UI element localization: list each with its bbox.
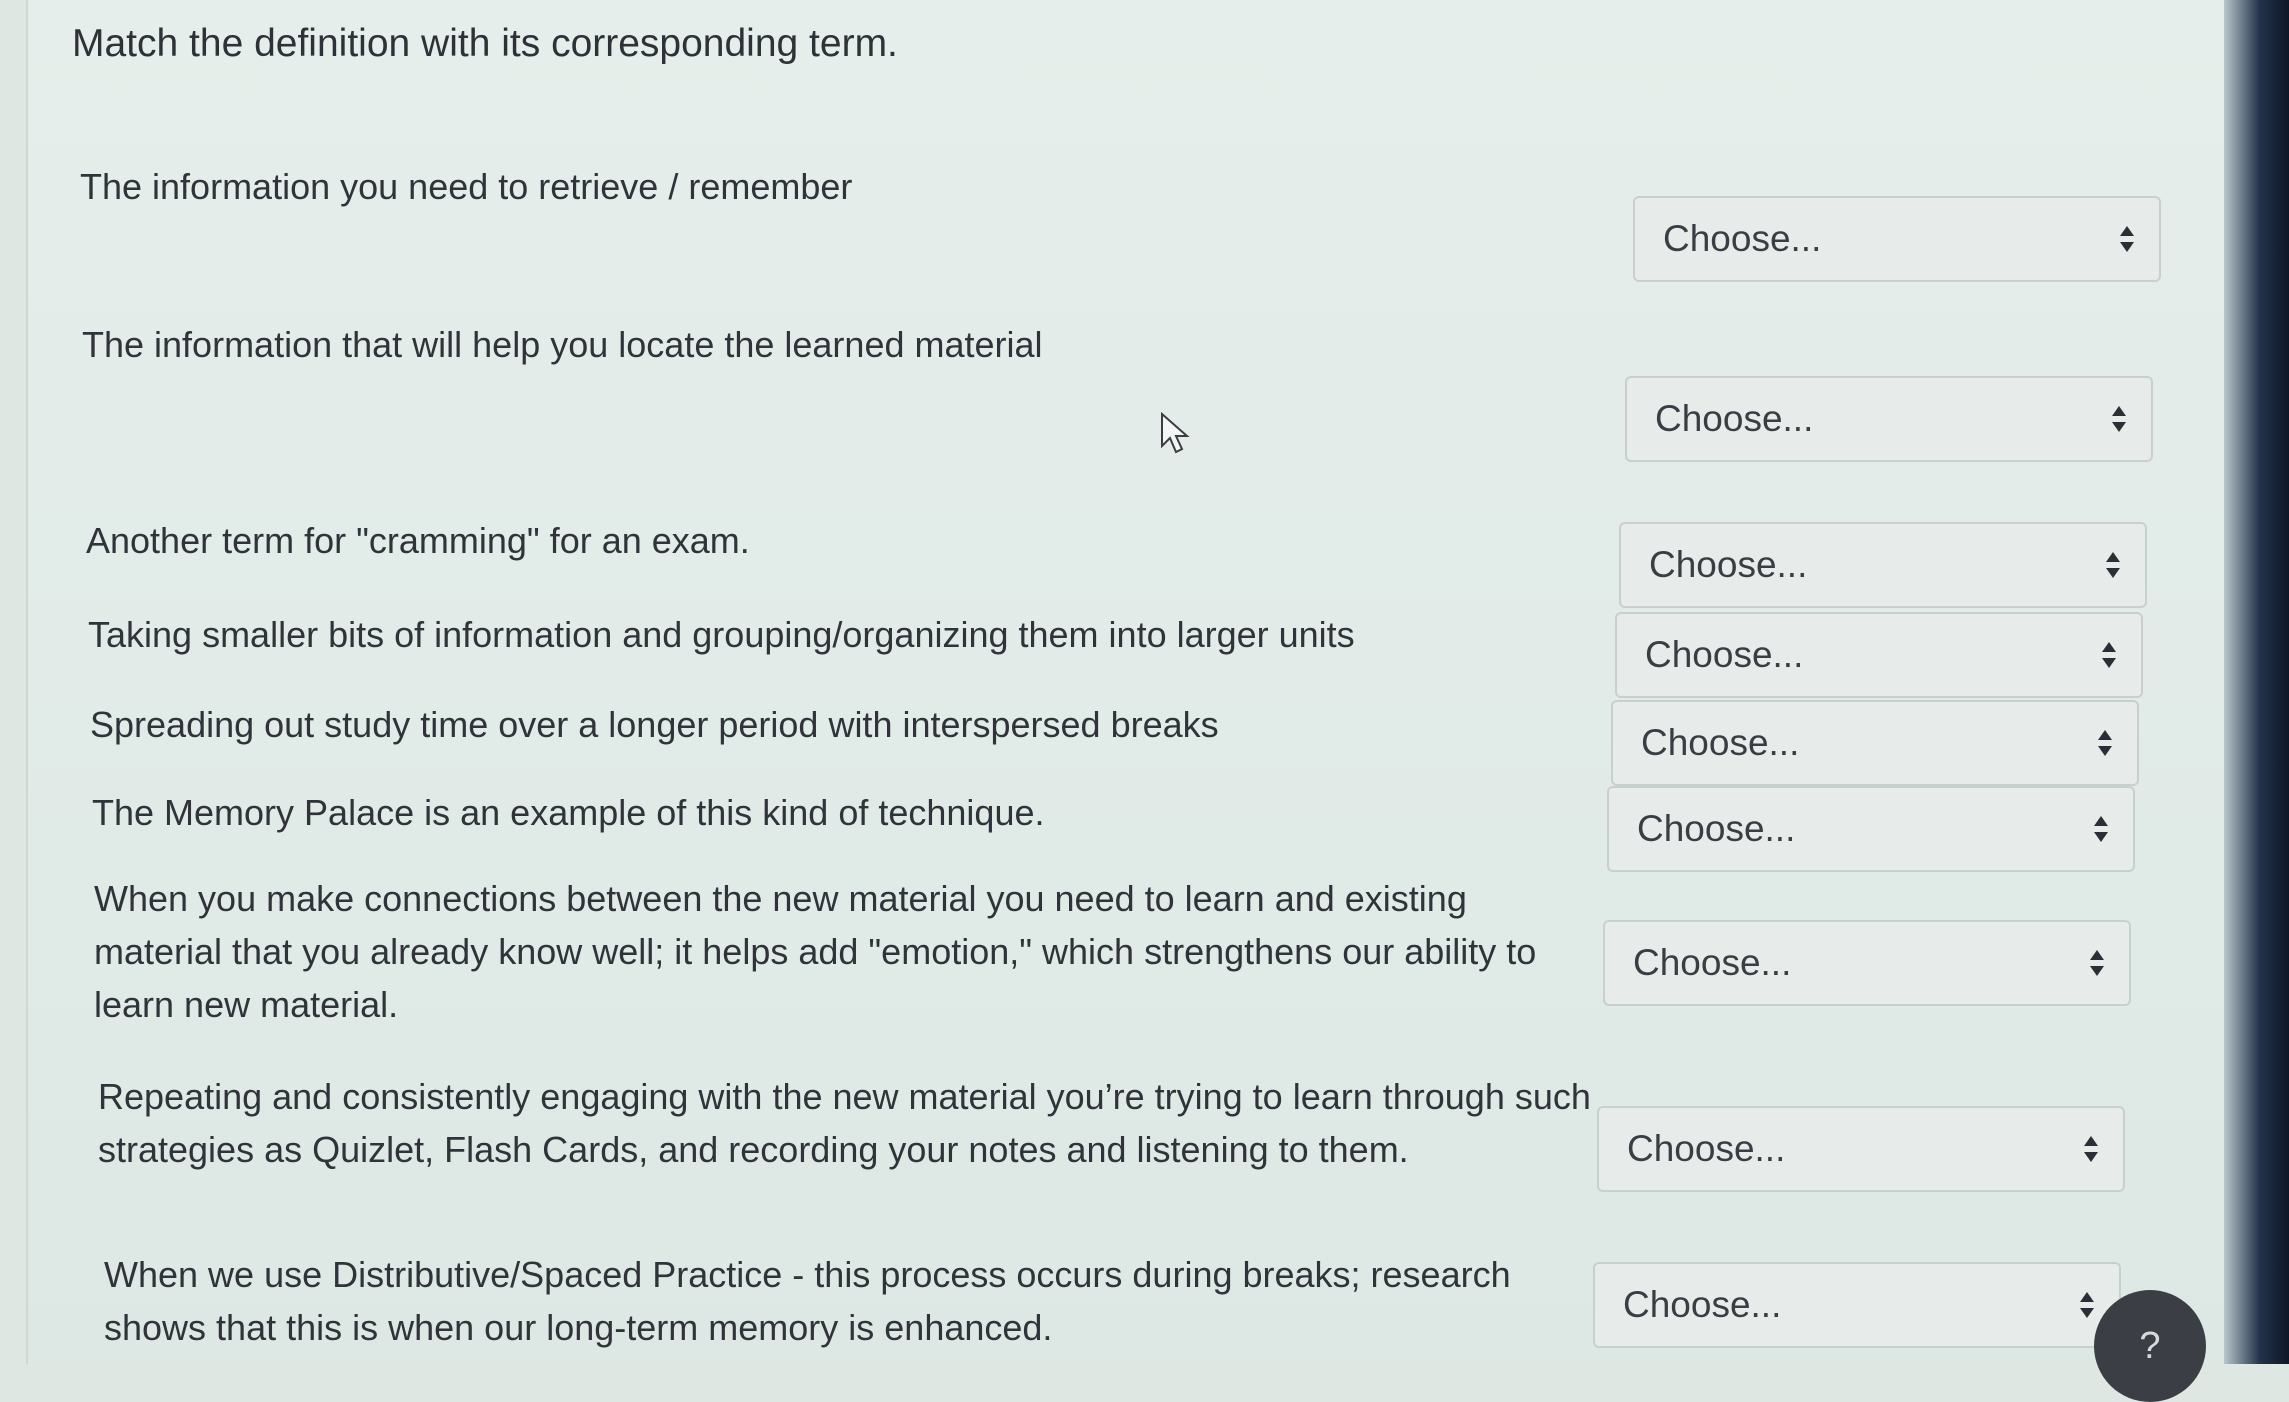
sort-arrows-icon [2084, 1136, 2098, 1162]
definition-3: Another term for "cramming" for an exam. [86, 520, 750, 561]
sort-arrows-icon [2080, 1292, 2094, 1318]
definition-2: The information that will help you locat… [82, 324, 1043, 365]
definition-9: When we use Distributive/Spaced Practice… [104, 1254, 1511, 1348]
definition-7: When you make connections between the ne… [94, 878, 1537, 1025]
select-value: Choose... [1623, 1284, 1782, 1325]
select-value: Choose... [1649, 544, 1808, 585]
definition-8: Repeating and consistently engaging with… [98, 1076, 1591, 1170]
sort-arrows-icon [2120, 226, 2134, 252]
select-value: Choose... [1633, 942, 1792, 983]
select-value: Choose... [1645, 634, 1804, 675]
select-value: Choose... [1641, 722, 1800, 763]
sort-arrows-icon [2090, 950, 2104, 976]
term-select-9[interactable]: Choose... [1593, 1262, 2121, 1348]
select-value: Choose... [1637, 808, 1796, 849]
mouse-pointer-icon [1161, 412, 1190, 454]
select-value: Choose... [1655, 398, 1814, 439]
screen-edge [2224, 0, 2289, 1364]
help-icon: ? [2139, 1324, 2161, 1367]
definition-5: Spreading out study time over a longer p… [90, 704, 1219, 745]
term-select-8[interactable]: Choose... [1597, 1106, 2125, 1192]
sort-arrows-icon [2094, 816, 2108, 842]
select-value: Choose... [1663, 218, 1822, 259]
term-select-5[interactable]: Choose... [1611, 700, 2139, 786]
question-instruction: Match the definition with its correspond… [72, 22, 898, 65]
term-select-4[interactable]: Choose... [1615, 612, 2143, 698]
help-button[interactable]: ? [2094, 1290, 2206, 1402]
term-select-2[interactable]: Choose... [1625, 376, 2153, 462]
sort-arrows-icon [2106, 552, 2120, 578]
sort-arrows-icon [2112, 406, 2126, 432]
sort-arrows-icon [2098, 730, 2112, 756]
term-select-3[interactable]: Choose... [1619, 522, 2147, 608]
select-value: Choose... [1627, 1128, 1786, 1169]
definition-4: Taking smaller bits of information and g… [88, 614, 1355, 655]
term-select-7[interactable]: Choose... [1603, 920, 2131, 1006]
term-select-1[interactable]: Choose... [1633, 196, 2161, 282]
sort-arrows-icon [2102, 642, 2116, 668]
definition-6: The Memory Palace is an example of this … [92, 792, 1045, 833]
term-select-6[interactable]: Choose... [1607, 786, 2135, 872]
definition-1: The information you need to retrieve / r… [80, 166, 853, 207]
